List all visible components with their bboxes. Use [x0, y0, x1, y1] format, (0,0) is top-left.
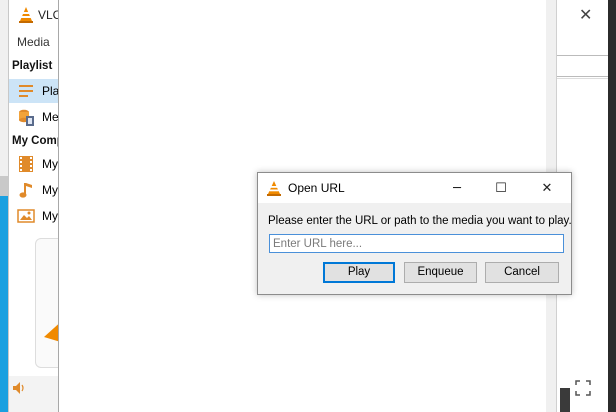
url-input[interactable] [269, 234, 564, 253]
dialog-close-button[interactable]: ✕ [525, 173, 569, 203]
enqueue-button[interactable]: Enqueue [404, 262, 477, 283]
play-button[interactable]: Play [323, 262, 395, 283]
speaker-icon[interactable] [13, 382, 27, 394]
dialog-titlebar[interactable]: Open URL ─ ☐ ✕ [258, 173, 571, 203]
sidebar-item-my-videos[interactable]: My [9, 152, 61, 176]
my-computer-section-header: My Comp [12, 135, 60, 147]
music-icon [19, 183, 32, 198]
sidebar-item-my-pictures[interactable]: My [9, 204, 61, 228]
fullscreen-icon[interactable] [575, 380, 591, 396]
vlc-controls-bar [9, 376, 61, 412]
dialog-body: Please enter the URL or path to the medi… [258, 203, 572, 294]
cancel-button[interactable]: Cancel [485, 262, 559, 283]
minimize-icon: ─ [453, 181, 461, 196]
close-icon[interactable]: ✕ [579, 5, 592, 25]
dialog-title: Open URL [288, 181, 345, 195]
sidebar-item-playlist[interactable]: Play [9, 79, 61, 103]
vlc-cone-icon [19, 7, 33, 23]
open-url-dialog: Open URL ─ ☐ ✕ Please enter the URL or p… [257, 172, 572, 295]
menu-media[interactable]: Media [9, 32, 61, 52]
minimize-button[interactable]: ─ [435, 173, 479, 203]
desktop-edge [608, 0, 616, 412]
vlc-cone-icon [267, 181, 281, 196]
close-icon: ✕ [541, 181, 553, 196]
vlc-titlebar[interactable]: VLC [9, 0, 61, 30]
pictures-icon [17, 209, 35, 223]
vlc-window-title: VLC [38, 8, 60, 22]
playlist-section-header: Playlist [12, 60, 53, 72]
dialog-prompt: Please enter the URL or path to the medi… [268, 215, 572, 227]
menu-media-label: Media [17, 35, 50, 49]
maximize-icon: ☐ [495, 181, 507, 196]
sidebar-item-my-music[interactable]: My [9, 178, 61, 202]
playlist-icon [19, 85, 33, 97]
vlc-window: VLC Media Playlist Play Me My Comp [8, 0, 65, 412]
media-library-icon [19, 109, 34, 126]
right-window-field[interactable] [557, 55, 609, 77]
maximize-button[interactable]: ☐ [479, 173, 523, 203]
right-window-divider [557, 78, 609, 79]
taskbar-edge [560, 388, 570, 412]
sidebar-item-media-library[interactable]: Me [9, 105, 61, 129]
videos-icon [19, 156, 33, 172]
